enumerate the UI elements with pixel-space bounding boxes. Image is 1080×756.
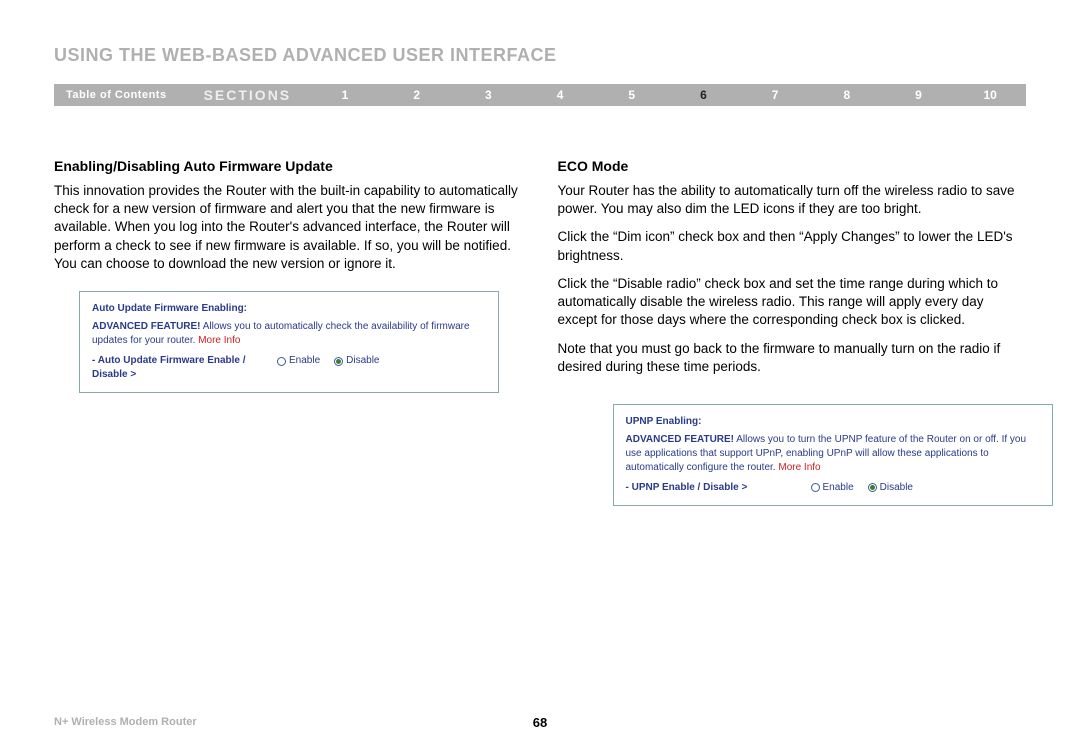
radio-icon: [868, 483, 877, 492]
section-link-9[interactable]: 9: [883, 88, 955, 102]
disable-radio[interactable]: Disable: [868, 481, 913, 495]
panel-title: UPNP Enabling:: [626, 415, 1040, 429]
radio-icon: [334, 357, 343, 366]
right-p1: Your Router has the ability to automatic…: [558, 182, 1027, 218]
section-link-5[interactable]: 5: [596, 88, 668, 102]
panel-title: Auto Update Firmware Enabling:: [92, 302, 486, 316]
section-link-6[interactable]: 6: [668, 88, 740, 102]
advanced-label: ADVANCED FEATURE!: [626, 434, 735, 445]
left-column: Enabling/Disabling Auto Firmware Update …: [54, 158, 523, 506]
panel-desc: ADVANCED FEATURE! Allows you to automati…: [92, 320, 486, 348]
section-link-3[interactable]: 3: [453, 88, 525, 102]
upnp-panel: UPNP Enabling: ADVANCED FEATURE! Allows …: [613, 404, 1053, 506]
right-heading: ECO Mode: [558, 158, 1027, 174]
section-navbar: Table of Contents SECTIONS 1 2 3 4 5 6 7…: [54, 84, 1026, 106]
section-link-1[interactable]: 1: [309, 88, 381, 102]
right-p3: Click the “Disable radio” check box and …: [558, 275, 1027, 330]
disable-text: Disable: [880, 481, 913, 495]
footer: N+ Wireless Modem Router 68: [54, 716, 1026, 728]
radio-dot-icon: [870, 485, 875, 490]
radio-icon: [811, 483, 820, 492]
enable-disable-label: - UPNP Enable / Disable >: [626, 481, 811, 495]
advanced-label: ADVANCED FEATURE!: [92, 321, 201, 332]
radio-dot-icon: [336, 359, 341, 364]
section-link-10[interactable]: 10: [954, 88, 1026, 102]
section-link-2[interactable]: 2: [381, 88, 453, 102]
panel-desc: ADVANCED FEATURE! Allows you to turn the…: [626, 433, 1040, 475]
product-name: N+ Wireless Modem Router: [54, 716, 197, 728]
left-body: This innovation provides the Router with…: [54, 182, 523, 273]
page-number: 68: [533, 715, 547, 730]
right-p2: Click the “Dim icon” check box and then …: [558, 228, 1027, 264]
section-link-8[interactable]: 8: [811, 88, 883, 102]
right-p4: Note that you must go back to the firmwa…: [558, 340, 1027, 376]
enable-radio[interactable]: Enable: [277, 354, 320, 368]
disable-text: Disable: [346, 354, 379, 368]
more-info-link[interactable]: More Info: [198, 335, 240, 346]
right-column: ECO Mode Your Router has the ability to …: [558, 158, 1027, 506]
toc-link[interactable]: Table of Contents: [54, 89, 179, 101]
radio-icon: [277, 357, 286, 366]
more-info-link[interactable]: More Info: [778, 462, 820, 473]
left-heading: Enabling/Disabling Auto Firmware Update: [54, 158, 523, 174]
page-title: USING THE WEB-BASED ADVANCED USER INTERF…: [54, 45, 1026, 66]
enable-text: Enable: [289, 354, 320, 368]
section-link-4[interactable]: 4: [524, 88, 596, 102]
enable-radio[interactable]: Enable: [811, 481, 854, 495]
enable-disable-label: - Auto Update Firmware Enable / Disable …: [92, 354, 277, 382]
auto-update-panel: Auto Update Firmware Enabling: ADVANCED …: [79, 291, 499, 393]
sections-label: SECTIONS: [179, 87, 310, 103]
disable-radio[interactable]: Disable: [334, 354, 379, 368]
enable-text: Enable: [823, 481, 854, 495]
section-link-7[interactable]: 7: [739, 88, 811, 102]
